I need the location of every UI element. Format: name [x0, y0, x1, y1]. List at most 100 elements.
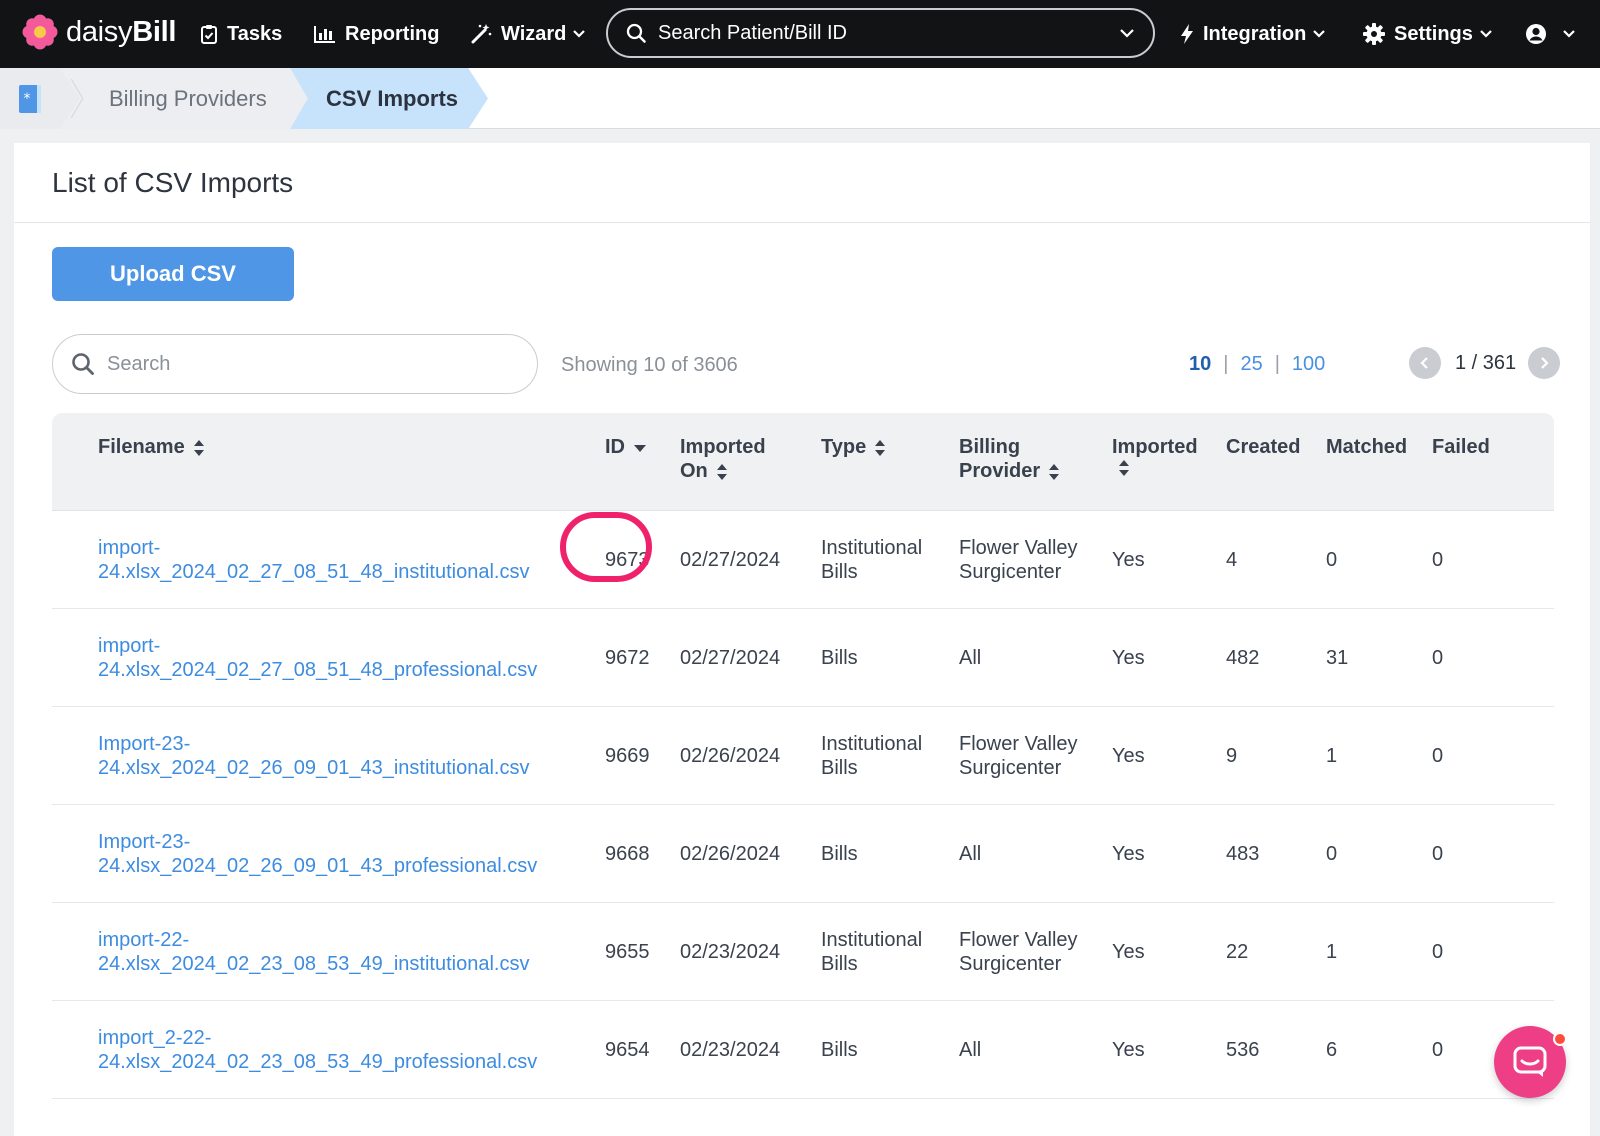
table-row: Import-23- 24.xlsx_2024_02_26_09_01_43_pr… — [52, 805, 1554, 903]
notification-dot — [1553, 1032, 1567, 1046]
divider: | — [1274, 353, 1280, 375]
nav-wizard-label: Wizard — [501, 22, 567, 45]
col-imported-on[interactable]: Imported On — [680, 435, 766, 483]
chevron-down-icon — [1313, 30, 1326, 38]
table-row: import- 24.xlsx_2024_02_27_08_51_48_profe… — [52, 609, 1554, 707]
col-id[interactable]: ID — [605, 435, 647, 459]
prev-page-button[interactable] — [1409, 347, 1441, 379]
nav-reporting[interactable]: Reporting — [314, 0, 439, 68]
clipboard-check-icon — [201, 25, 217, 44]
table-row: import- 24.xlsx_2024_02_27_08_51_48_insti… — [52, 511, 1554, 609]
page-title: List of CSV Imports — [52, 167, 294, 198]
nav-reporting-label: Reporting — [345, 22, 440, 45]
imported-cell: Yes — [1112, 647, 1145, 669]
svg-text:*: * — [24, 91, 31, 107]
table-row: Import-23- 24.xlsx_2024_02_26_09_01_43_in… — [52, 707, 1554, 805]
user-menu[interactable] — [1525, 0, 1576, 68]
created-cell: 536 — [1226, 1039, 1260, 1061]
daisy-flower-icon — [22, 14, 58, 50]
brand-name: daisyBill — [66, 15, 177, 48]
home-book-icon: * — [19, 85, 41, 113]
title-divider — [14, 222, 1590, 223]
created-cell: 482 — [1226, 647, 1260, 669]
billing-provider-cell: Flower Valley Surgicenter — [959, 537, 1078, 583]
filename-link[interactable]: import_2-22- 24.xlsx_2024_02_23_08_53_49_… — [98, 1026, 578, 1074]
nav-tasks-label: Tasks — [227, 22, 283, 45]
user-avatar-icon — [1526, 24, 1546, 44]
matched-cell: 1 — [1326, 941, 1338, 963]
created-cell: 22 — [1226, 941, 1249, 963]
chat-icon — [1513, 1046, 1547, 1077]
id-cell: 9673 — [605, 549, 650, 571]
page-size-selector: 10 | 25 | 100 — [1189, 353, 1325, 376]
type-cell: Institutional Bills — [821, 537, 923, 583]
page-size-100[interactable]: 100 — [1292, 353, 1325, 376]
table-row: import_2-22- 24.xlsx_2024_02_23_08_53_49_… — [52, 1001, 1554, 1099]
imported-cell: Yes — [1112, 549, 1145, 571]
divider: | — [1223, 353, 1229, 375]
type-cell: Bills — [821, 647, 858, 669]
billing-provider-cell: Flower Valley Surgicenter — [959, 929, 1078, 975]
failed-cell: 0 — [1432, 745, 1444, 767]
search-icon — [72, 353, 94, 375]
search-input[interactable] — [107, 352, 487, 376]
nav-tasks[interactable]: Tasks — [200, 0, 282, 68]
table-row: import-22- 24.xlsx_2024_02_23_08_53_49_in… — [52, 903, 1554, 1001]
nav-integration[interactable]: Integration — [1180, 0, 1326, 68]
gear-icon — [1363, 23, 1385, 45]
imported-on-cell: 02/23/2024 — [680, 1039, 781, 1061]
patient-bill-search[interactable]: Search Patient/Bill ID — [606, 8, 1155, 58]
billing-provider-cell: All — [959, 843, 982, 865]
chevron-down-icon — [1120, 29, 1134, 38]
failed-cell: 0 — [1432, 1039, 1444, 1061]
search-icon — [626, 23, 646, 43]
pagination: 1 / 361 — [1409, 347, 1561, 379]
id-cell: 9655 — [605, 941, 650, 963]
col-type[interactable]: Type — [821, 435, 886, 459]
patient-bill-search-placeholder: Search Patient/Bill ID — [658, 21, 847, 44]
daisybill-logo[interactable]: daisyBill — [22, 14, 176, 50]
id-cell: 9668 — [605, 843, 650, 865]
col-imported[interactable]: Imported — [1112, 435, 1198, 483]
filename-link[interactable]: Import-23- 24.xlsx_2024_02_26_09_01_43_in… — [98, 732, 578, 780]
chevron-down-icon — [573, 30, 586, 38]
imported-on-cell: 02/26/2024 — [680, 843, 781, 865]
filename-link[interactable]: import- 24.xlsx_2024_02_27_08_51_48_profe… — [98, 634, 578, 682]
page-size-10[interactable]: 10 — [1189, 353, 1211, 376]
matched-cell: 0 — [1326, 549, 1338, 571]
id-cell: 9669 — [605, 745, 650, 767]
type-cell: Bills — [821, 1039, 858, 1061]
sort-desc-icon — [634, 444, 646, 452]
nav-wizard[interactable]: Wizard — [470, 0, 586, 68]
upload-csv-button[interactable]: Upload CSV — [52, 247, 294, 301]
next-page-button[interactable] — [1528, 347, 1561, 379]
type-cell: Institutional Bills — [821, 733, 923, 779]
billing-provider-cell: Flower Valley Surgicenter — [959, 733, 1078, 779]
breadcrumb-csv-imports[interactable]: CSV Imports — [326, 68, 458, 129]
nav-settings[interactable]: Settings — [1363, 0, 1493, 68]
filename-link[interactable]: import- 24.xlsx_2024_02_27_08_51_48_insti… — [98, 536, 578, 584]
failed-cell: 0 — [1432, 843, 1444, 865]
chevron-down-icon — [1480, 30, 1492, 38]
billing-provider-cell: All — [959, 1039, 982, 1061]
imported-cell: Yes — [1112, 941, 1145, 963]
failed-cell: 0 — [1432, 941, 1444, 963]
col-matched: Matched — [1326, 436, 1408, 458]
breadcrumb-billing-providers[interactable]: Billing Providers — [109, 68, 267, 129]
imported-on-cell: 02/26/2024 — [680, 745, 781, 767]
filename-link[interactable]: import-22- 24.xlsx_2024_02_23_08_53_49_in… — [98, 928, 578, 976]
type-cell: Institutional Bills — [821, 929, 923, 975]
search-field[interactable] — [52, 334, 538, 394]
col-filename[interactable]: Filename — [98, 435, 205, 459]
id-cell: 9654 — [605, 1039, 650, 1061]
table-header: Filename ID Imported On Type Billing Provi… — [52, 413, 1554, 511]
col-created: Created — [1226, 436, 1301, 458]
matched-cell: 1 — [1326, 745, 1338, 767]
page-info: 1 / 361 — [1455, 351, 1517, 374]
sort-icon — [1049, 463, 1060, 480]
sort-icon — [1119, 460, 1129, 476]
col-billing-provider[interactable]: Billing Provider — [959, 435, 1060, 483]
page-size-25[interactable]: 25 — [1240, 353, 1262, 376]
imported-on-cell: 02/27/2024 — [680, 549, 781, 571]
filename-link[interactable]: Import-23- 24.xlsx_2024_02_26_09_01_43_pr… — [98, 830, 578, 878]
